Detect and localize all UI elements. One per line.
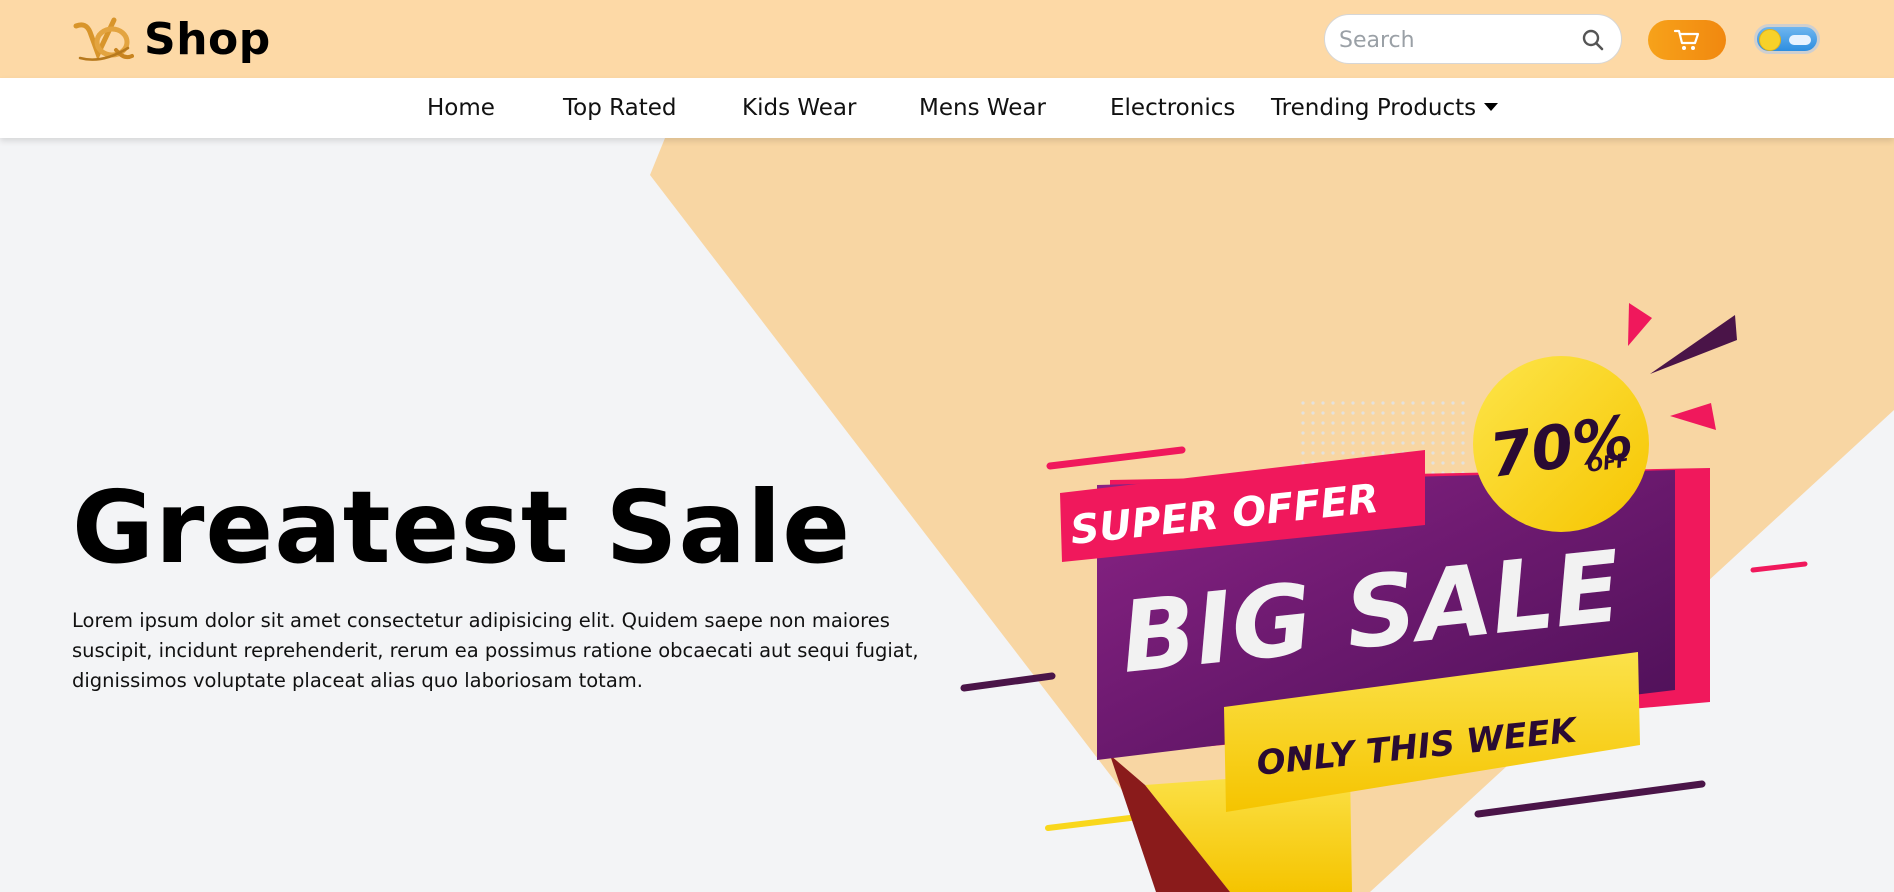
cart-button[interactable] xyxy=(1648,20,1726,60)
search-box[interactable] xyxy=(1324,14,1622,64)
nav-item-mens-wear[interactable]: Mens Wear xyxy=(919,94,1046,122)
search-icon[interactable] xyxy=(1581,28,1605,52)
theme-toggle[interactable] xyxy=(1754,24,1820,54)
nav-item-trending-label: Trending Products xyxy=(1271,95,1477,121)
nav-item-electronics[interactable]: Electronics xyxy=(1110,94,1235,122)
search-input[interactable] xyxy=(1337,23,1571,57)
brand[interactable]: VQ Shop xyxy=(72,12,271,66)
nav-item-top-rated[interactable]: Top Rated xyxy=(563,94,676,122)
vq-logo-icon: VQ xyxy=(72,12,134,61)
cloud-icon xyxy=(1789,35,1811,45)
brand-name: Shop xyxy=(144,13,271,65)
nav-item-trending-products[interactable]: Trending Products xyxy=(1271,94,1499,122)
sun-icon xyxy=(1759,29,1781,51)
hero-title: Greatest Sale xyxy=(72,469,852,586)
sale-banner-image: SUPER OFFER BIG SALE ONLY THIS WEEK 70% … xyxy=(960,303,1808,892)
nav-item-home[interactable]: Home xyxy=(427,94,495,122)
nav-item-kids-wear[interactable]: Kids Wear xyxy=(742,94,856,122)
caret-down-icon xyxy=(1484,102,1499,111)
hero-description: Lorem ipsum dolor sit amet consectetur a… xyxy=(72,609,919,692)
cart-icon xyxy=(1673,29,1700,50)
svg-text:VQ: VQ xyxy=(72,12,74,13)
top-header: VQ Shop xyxy=(0,0,1894,78)
main-nav: Home Top Rated Kids Wear Mens Wear Elect… xyxy=(0,78,1894,138)
